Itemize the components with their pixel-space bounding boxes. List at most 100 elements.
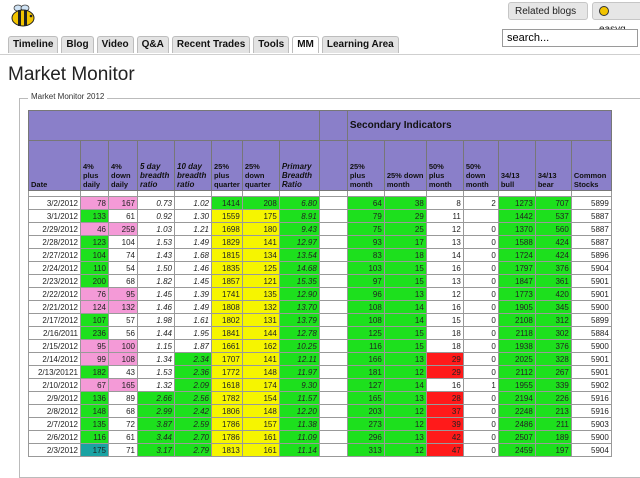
tab-mm[interactable]: MM [292,36,319,53]
table-cell: 2/27/2012 [28,248,81,262]
table-cell: 213 [534,404,572,418]
table-cell: 1414 [211,196,243,210]
table-cell: 97 [346,274,385,288]
table-cell: 12.90 [278,287,320,301]
tab-learning-area[interactable]: Learning Area [321,36,399,53]
table-cell: 1.46 [137,300,175,314]
table-cell: 154 [241,391,280,405]
table-cell: 11.14 [278,443,320,457]
bee-logo-icon[interactable] [10,4,38,28]
table-cell: 3/1/2012 [28,209,81,223]
table-cell: 2025 [497,352,536,366]
col-primary-breadth: Primary Breadth Ratio [278,140,320,191]
table-cell: 2507 [497,430,536,444]
table-cell: 54 [108,261,138,275]
table-cell [318,430,348,444]
table-cell: 13 [383,391,427,405]
table-cell: 83 [346,248,385,262]
table-row: 2/17/2012 107 57 1.98 1.61 1802 131 13.79 108 14 1… [28,313,612,327]
table-cell: 135 [241,287,280,301]
table-cell: 38 [383,196,427,210]
tab-tools[interactable]: Tools [253,36,290,53]
table-cell: 68 [108,274,138,288]
table-cell: 2/7/2012 [28,417,81,431]
tab-blog[interactable]: Blog [61,36,94,53]
col-gap [318,140,348,191]
table-cell: 2/6/2012 [28,430,81,444]
page-title: Market Monitor [8,64,135,85]
table-cell: 0 [462,222,499,236]
table-cell: 15 [383,326,427,340]
table-cell: 2.99 [137,404,175,418]
table-cell: 1.61 [174,313,212,327]
table-cell: 2.66 [137,391,175,405]
table-cell: 339 [534,378,572,392]
table-cell: 141 [241,352,280,366]
table-row: 2/16/2011 236 56 1.44 1.95 1841 144 12.78 125 15 1… [28,326,612,340]
table-cell: 13 [425,274,464,288]
table-cell: 127 [346,378,385,392]
table-cell [318,261,348,275]
table-cell: 1.50 [137,261,175,275]
table-cell: 537 [534,209,572,223]
table-cell: 132 [241,300,280,314]
table-cell: 0.92 [137,209,175,223]
table-cell: 93 [346,235,385,249]
table-cell: 1.82 [137,274,175,288]
table-cell: 1847 [497,274,536,288]
related-blogs-button[interactable]: Related blogs [508,2,588,20]
table-cell: 5901 [570,352,612,366]
table-cell: 2118 [497,326,536,340]
table-cell: 157 [241,417,280,431]
table-cell: 2 [462,196,499,210]
table-cell: 420 [534,287,572,301]
search-input[interactable] [502,29,638,47]
table-cell: 5896 [570,248,612,262]
col-4pct-plus-daily: 4% plus daily [80,140,109,191]
table-cell: 1.95 [174,326,212,340]
table-cell: 1.45 [137,287,175,301]
col-25pct-down-quarter: 25% down quarter [241,140,280,191]
table-cell: 125 [241,261,280,275]
table-cell: 174 [241,378,280,392]
table-cell: 9.43 [278,222,320,236]
table-cell: 1.98 [137,313,175,327]
table-cell: 134 [241,248,280,262]
table-cell: 18 [383,248,427,262]
header-spacer [28,110,320,141]
tab-qa[interactable]: Q&A [136,36,169,53]
table-cell: 96 [346,287,385,301]
table-cell: 5904 [570,443,612,457]
table-cell: 1.34 [137,352,175,366]
table-cell [318,352,348,366]
table-cell: 13.79 [278,313,320,327]
table-cell: 424 [534,235,572,249]
table-cell: 13.70 [278,300,320,314]
table-cell: 100 [108,339,138,353]
table-cell: 328 [534,352,572,366]
table-cell: 71 [108,443,138,457]
col-25pct-plus-month: 25% plus month [346,140,385,191]
table-cell: 10.25 [278,339,320,353]
tab-video[interactable]: Video [96,36,134,53]
table-cell: 123 [80,235,109,249]
table-cell: 5899 [570,313,612,327]
table-cell: 5887 [570,222,612,236]
nav-tabs: Timeline Blog Video Q&A Recent Trades To… [8,36,399,54]
table-cell: 15.35 [278,274,320,288]
table-cell: 13 [383,430,427,444]
table-cell: 132 [108,300,138,314]
table-cell: 103 [346,261,385,275]
table-cell: 273 [346,417,385,431]
tab-recent-trades[interactable]: Recent Trades [171,36,251,53]
table-cell: 2/8/2012 [28,404,81,418]
tab-timeline[interactable]: Timeline [8,36,59,53]
table-cell: 95 [80,339,109,353]
table-cell: 2/14/2012 [28,352,81,366]
col-5day-breadth: 5 day breadth ratio [137,140,175,191]
table-cell: 14.68 [278,261,320,275]
user-menu-button[interactable]: easyg [592,2,640,35]
table-row: 2/23/2012 200 68 1.82 1.45 1857 121 15.35 97 15 13… [28,274,612,288]
table-cell: 361 [534,274,572,288]
table-cell: 9.30 [278,378,320,392]
